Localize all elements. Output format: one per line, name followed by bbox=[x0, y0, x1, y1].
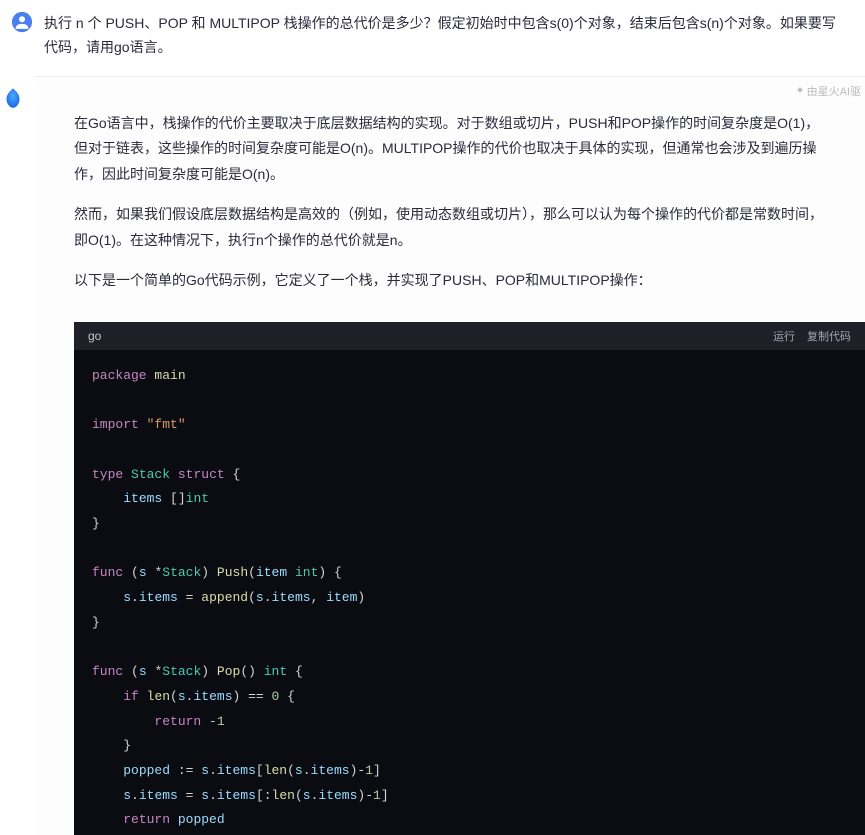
code-block: go 运行 复制代码 package main import "fmt" typ… bbox=[74, 322, 865, 835]
code-header: go 运行 复制代码 bbox=[74, 322, 865, 350]
question-text: 执行 n 个 PUSH、POP 和 MULTIPOP 栈操作的总代价是多少？假定… bbox=[44, 10, 845, 60]
answer-paragraph: 然而，如果我们假设底层数据结构是高效的（例如，使用动态数组或切片），那么可以认为… bbox=[74, 202, 825, 254]
powered-by-label: ✦ 由星火AI驱 bbox=[795, 83, 861, 99]
answer-paragraph: 在Go语言中，栈操作的代价主要取决于底层数据结构的实现。对于数组或切片，PUSH… bbox=[74, 111, 825, 189]
assistant-avatar bbox=[0, 85, 26, 111]
spark-icon: ✦ bbox=[795, 84, 804, 97]
copy-code-button[interactable]: 复制代码 bbox=[807, 328, 851, 344]
answer-block: ✦ 由星火AI驱 在Go语言中，栈操作的代价主要取决于底层数据结构的实现。对于数… bbox=[34, 76, 865, 835]
user-avatar bbox=[10, 10, 34, 34]
code-content: package main import "fmt" type Stack str… bbox=[74, 350, 865, 835]
answer-content: 在Go语言中，栈操作的代价主要取决于底层数据结构的实现。对于数组或切片，PUSH… bbox=[34, 77, 865, 322]
answer-paragraph: 以下是一个简单的Go代码示例，它定义了一个栈，并实现了PUSH、POP和MULT… bbox=[74, 268, 825, 294]
code-lang-label: go bbox=[88, 329, 101, 343]
run-button[interactable]: 运行 bbox=[773, 328, 795, 344]
